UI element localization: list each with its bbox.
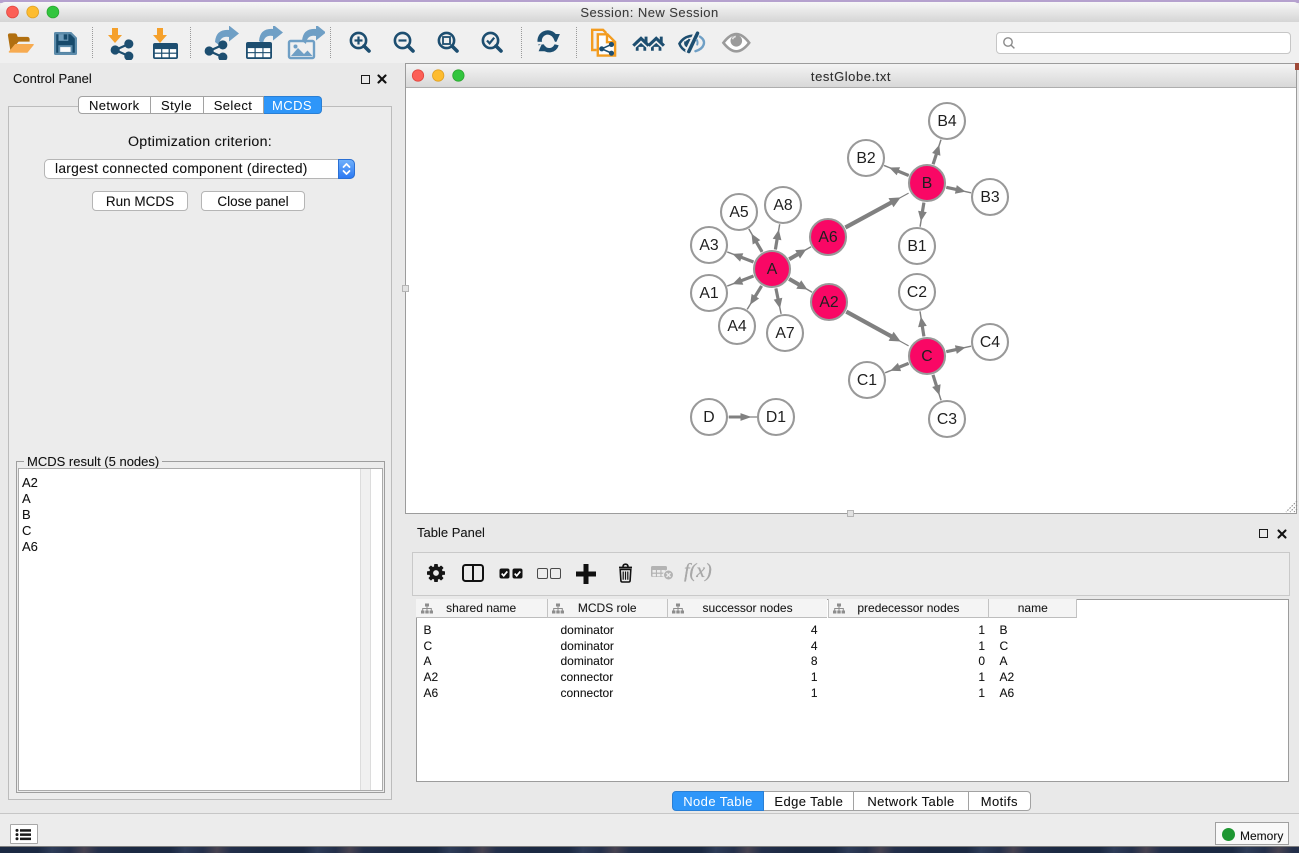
svg-text:B2: B2	[856, 150, 875, 167]
svg-text:A1: A1	[699, 285, 719, 302]
svg-text:C: C	[921, 348, 932, 365]
svg-text:A8: A8	[773, 197, 793, 214]
svg-text:B: B	[922, 175, 933, 192]
svg-text:A7: A7	[775, 325, 794, 342]
svg-text:A2: A2	[819, 294, 838, 311]
svg-text:B3: B3	[980, 189, 1000, 206]
svg-text:C1: C1	[857, 372, 877, 389]
svg-text:B1: B1	[907, 238, 927, 255]
svg-text:A6: A6	[818, 229, 838, 246]
svg-text:C3: C3	[937, 411, 957, 428]
svg-text:B4: B4	[937, 113, 957, 130]
svg-text:A5: A5	[729, 204, 749, 221]
svg-text:D1: D1	[766, 409, 786, 426]
svg-text:D: D	[703, 409, 714, 426]
svg-text:A3: A3	[699, 237, 719, 254]
svg-text:C4: C4	[980, 334, 1000, 351]
svg-text:A: A	[767, 261, 778, 278]
svg-text:A4: A4	[727, 318, 747, 335]
svg-text:C2: C2	[907, 284, 927, 301]
